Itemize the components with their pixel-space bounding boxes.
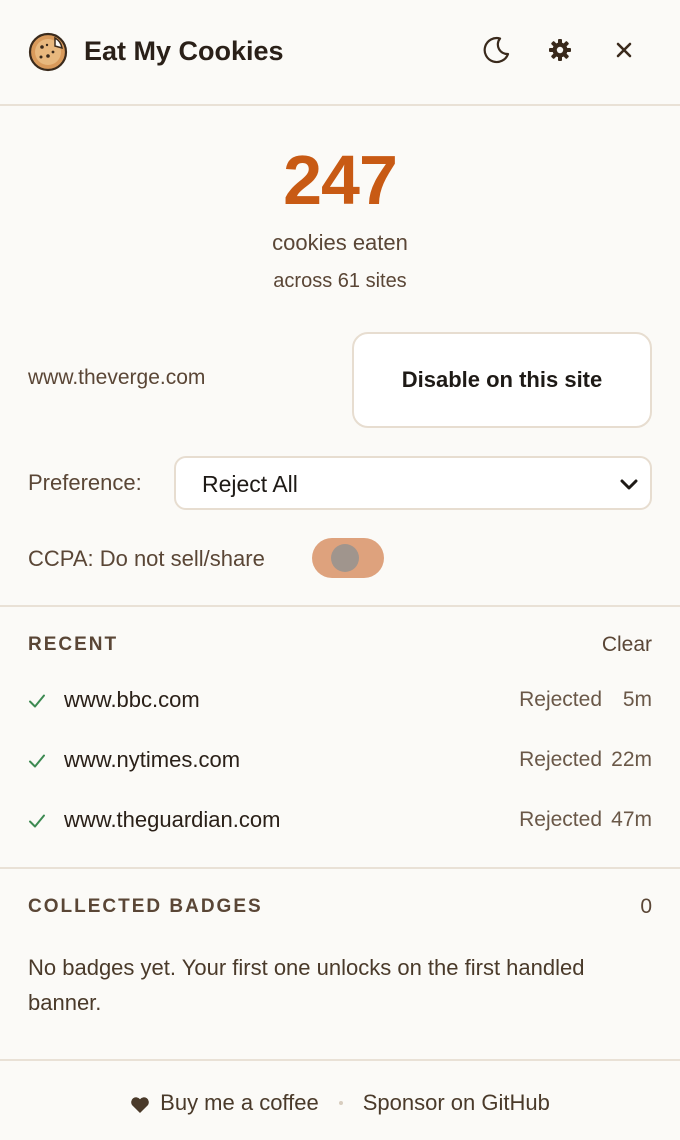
divider [0,1059,680,1061]
settings-button[interactable] [542,34,578,70]
header: Eat My Cookies [0,0,680,106]
buy-coffee-link[interactable]: Buy me a coffee [130,1090,319,1116]
cookie-count: 247 [283,141,398,219]
sites-count: across 61 sites [273,270,407,292]
recent-row: www.nytimes.com Rejected 22m [0,740,680,780]
ccpa-label: CCPA: Do not sell/share [28,546,265,571]
recent-time: 47m [611,808,652,831]
recent-status: Rejected [519,688,602,711]
chevron-down-icon [618,473,640,495]
divider [0,605,680,607]
badges-count: 0 [640,895,652,918]
toggle-knob [331,544,359,572]
footer-separator [338,1101,343,1105]
close-icon [615,41,633,64]
recent-time: 5m [622,688,652,711]
divider [0,867,680,869]
footer: Buy me a coffee Sponsor on GitHub [0,1086,680,1120]
cookie-count-label: cookies eaten [272,230,408,255]
disable-on-site-button[interactable]: Disable on this site [352,332,652,428]
current-site-domain: www.theverge.com [28,366,206,389]
recent-row: www.theguardian.com Rejected 47m [0,800,680,840]
recent-status: Rejected [519,748,602,771]
recent-domain: www.nytimes.com [64,747,241,772]
badges-section-title: COLLECTED BADGES [28,896,263,917]
cookie-logo-icon [28,32,68,72]
sponsor-github-link[interactable]: Sponsor on GitHub [363,1090,550,1116]
app-title: Eat My Cookies [84,36,284,66]
recent-row: www.bbc.com Rejected 5m [0,680,680,720]
check-icon [28,812,46,830]
check-icon [28,692,46,710]
check-icon [28,752,46,770]
recent-domain: www.bbc.com [64,687,200,712]
badges-empty-message: No badges yet. Your first one unlocks on… [28,955,585,1015]
theme-toggle-button[interactable] [478,34,514,70]
moon-icon [481,35,511,70]
preference-select[interactable]: Reject All [174,456,652,510]
preference-label: Preference: [28,470,142,495]
gear-icon [548,38,572,67]
buy-coffee-label: Buy me a coffee [160,1090,319,1115]
heart-icon [130,1094,150,1113]
recent-status: Rejected [519,808,602,831]
close-button[interactable] [606,34,642,70]
sponsor-github-label: Sponsor on GitHub [362,1090,550,1115]
preference-selected-value: Reject All [202,471,298,497]
recent-time: 22m [611,748,652,771]
recent-domain: www.theguardian.com [64,807,281,832]
clear-recent-button[interactable]: Clear [602,633,652,657]
ccpa-toggle[interactable] [312,538,384,578]
recent-section-title: RECENT [28,634,119,655]
